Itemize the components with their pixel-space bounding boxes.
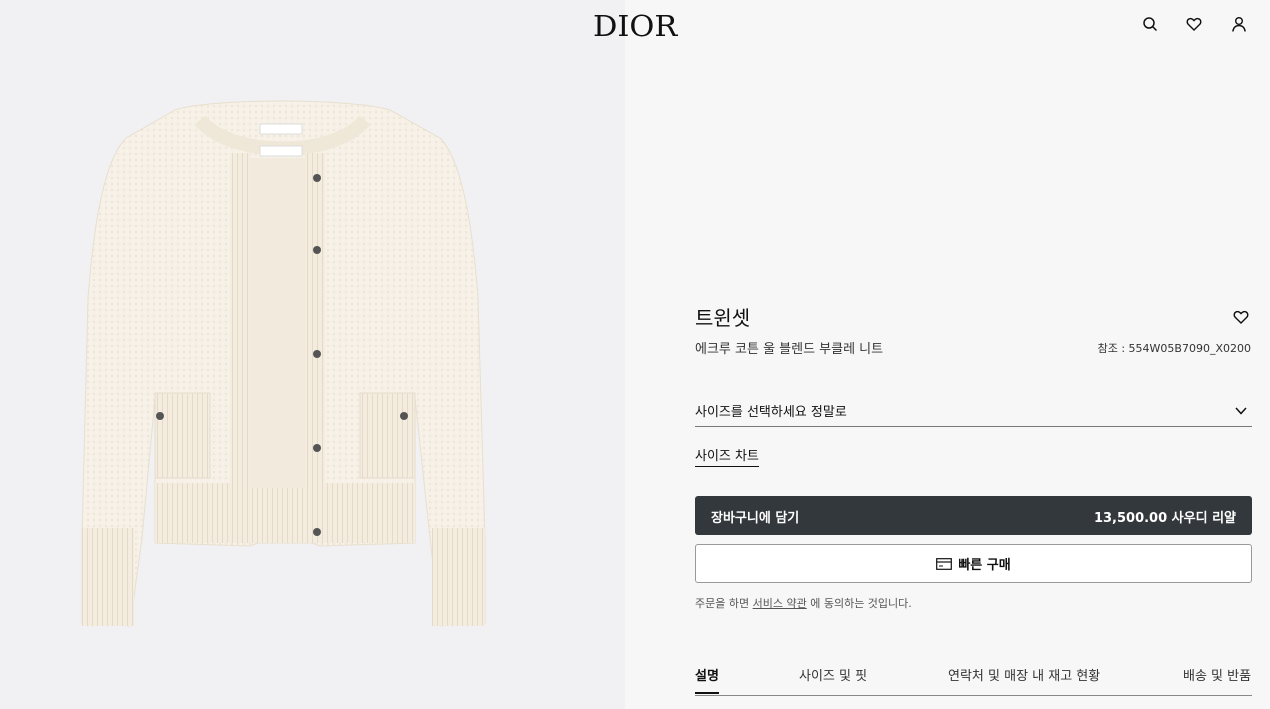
tab-size-fit[interactable]: 사이즈 및 핏 — [799, 665, 867, 692]
chevron-down-icon — [1235, 407, 1247, 415]
size-select[interactable]: 사이즈를 선택하세요 정말로 — [695, 398, 1252, 427]
product-tabs: 설명 사이즈 및 핏 연락처 및 매장 내 재고 현황 배송 및 반품 — [695, 663, 1252, 696]
price: 13,500.00 사우디 리얄 — [1093, 511, 1236, 526]
product-image[interactable] — [80, 98, 486, 630]
tab-description[interactable]: 설명 — [695, 665, 719, 694]
add-to-cart-button[interactable]: 장바구니에 담기 13,500.00 사우디 리얄 — [695, 496, 1252, 535]
add-to-cart-label: 장바구니에 담기 — [711, 511, 800, 526]
quick-buy-label: 빠른 구매 — [958, 558, 1011, 573]
size-chart-link[interactable]: 사이즈 차트 — [695, 445, 759, 467]
dior-logo[interactable]: DIOR — [0, 6, 1270, 46]
size-select-label: 사이즈를 선택하세요 정말로 — [695, 405, 847, 420]
tab-contact-stock[interactable]: 연락처 및 매장 내 재고 현황 — [948, 665, 1100, 692]
product-reference: 참조 : 554W05B7090_X0200 — [1097, 342, 1251, 355]
wishlist-heart-icon[interactable] — [1233, 309, 1251, 327]
card-icon — [936, 557, 953, 570]
tab-shipping-returns[interactable]: 배송 및 반품 — [1183, 665, 1251, 692]
quick-buy-button[interactable]: 빠른 구매 — [695, 544, 1252, 583]
terms-notice: 주문을 하면 서비스 약관 에 동의하는 것입니다. — [695, 597, 912, 610]
search-icon[interactable] — [1140, 14, 1160, 34]
product-title: 트윈셋 — [695, 306, 751, 330]
product-subtitle: 에크루 코튼 울 블렌드 부클레 니트 — [695, 342, 884, 357]
heart-icon[interactable] — [1184, 14, 1204, 34]
user-icon[interactable] — [1229, 14, 1249, 34]
terms-of-service-link[interactable]: 서비스 약관 — [753, 597, 807, 610]
